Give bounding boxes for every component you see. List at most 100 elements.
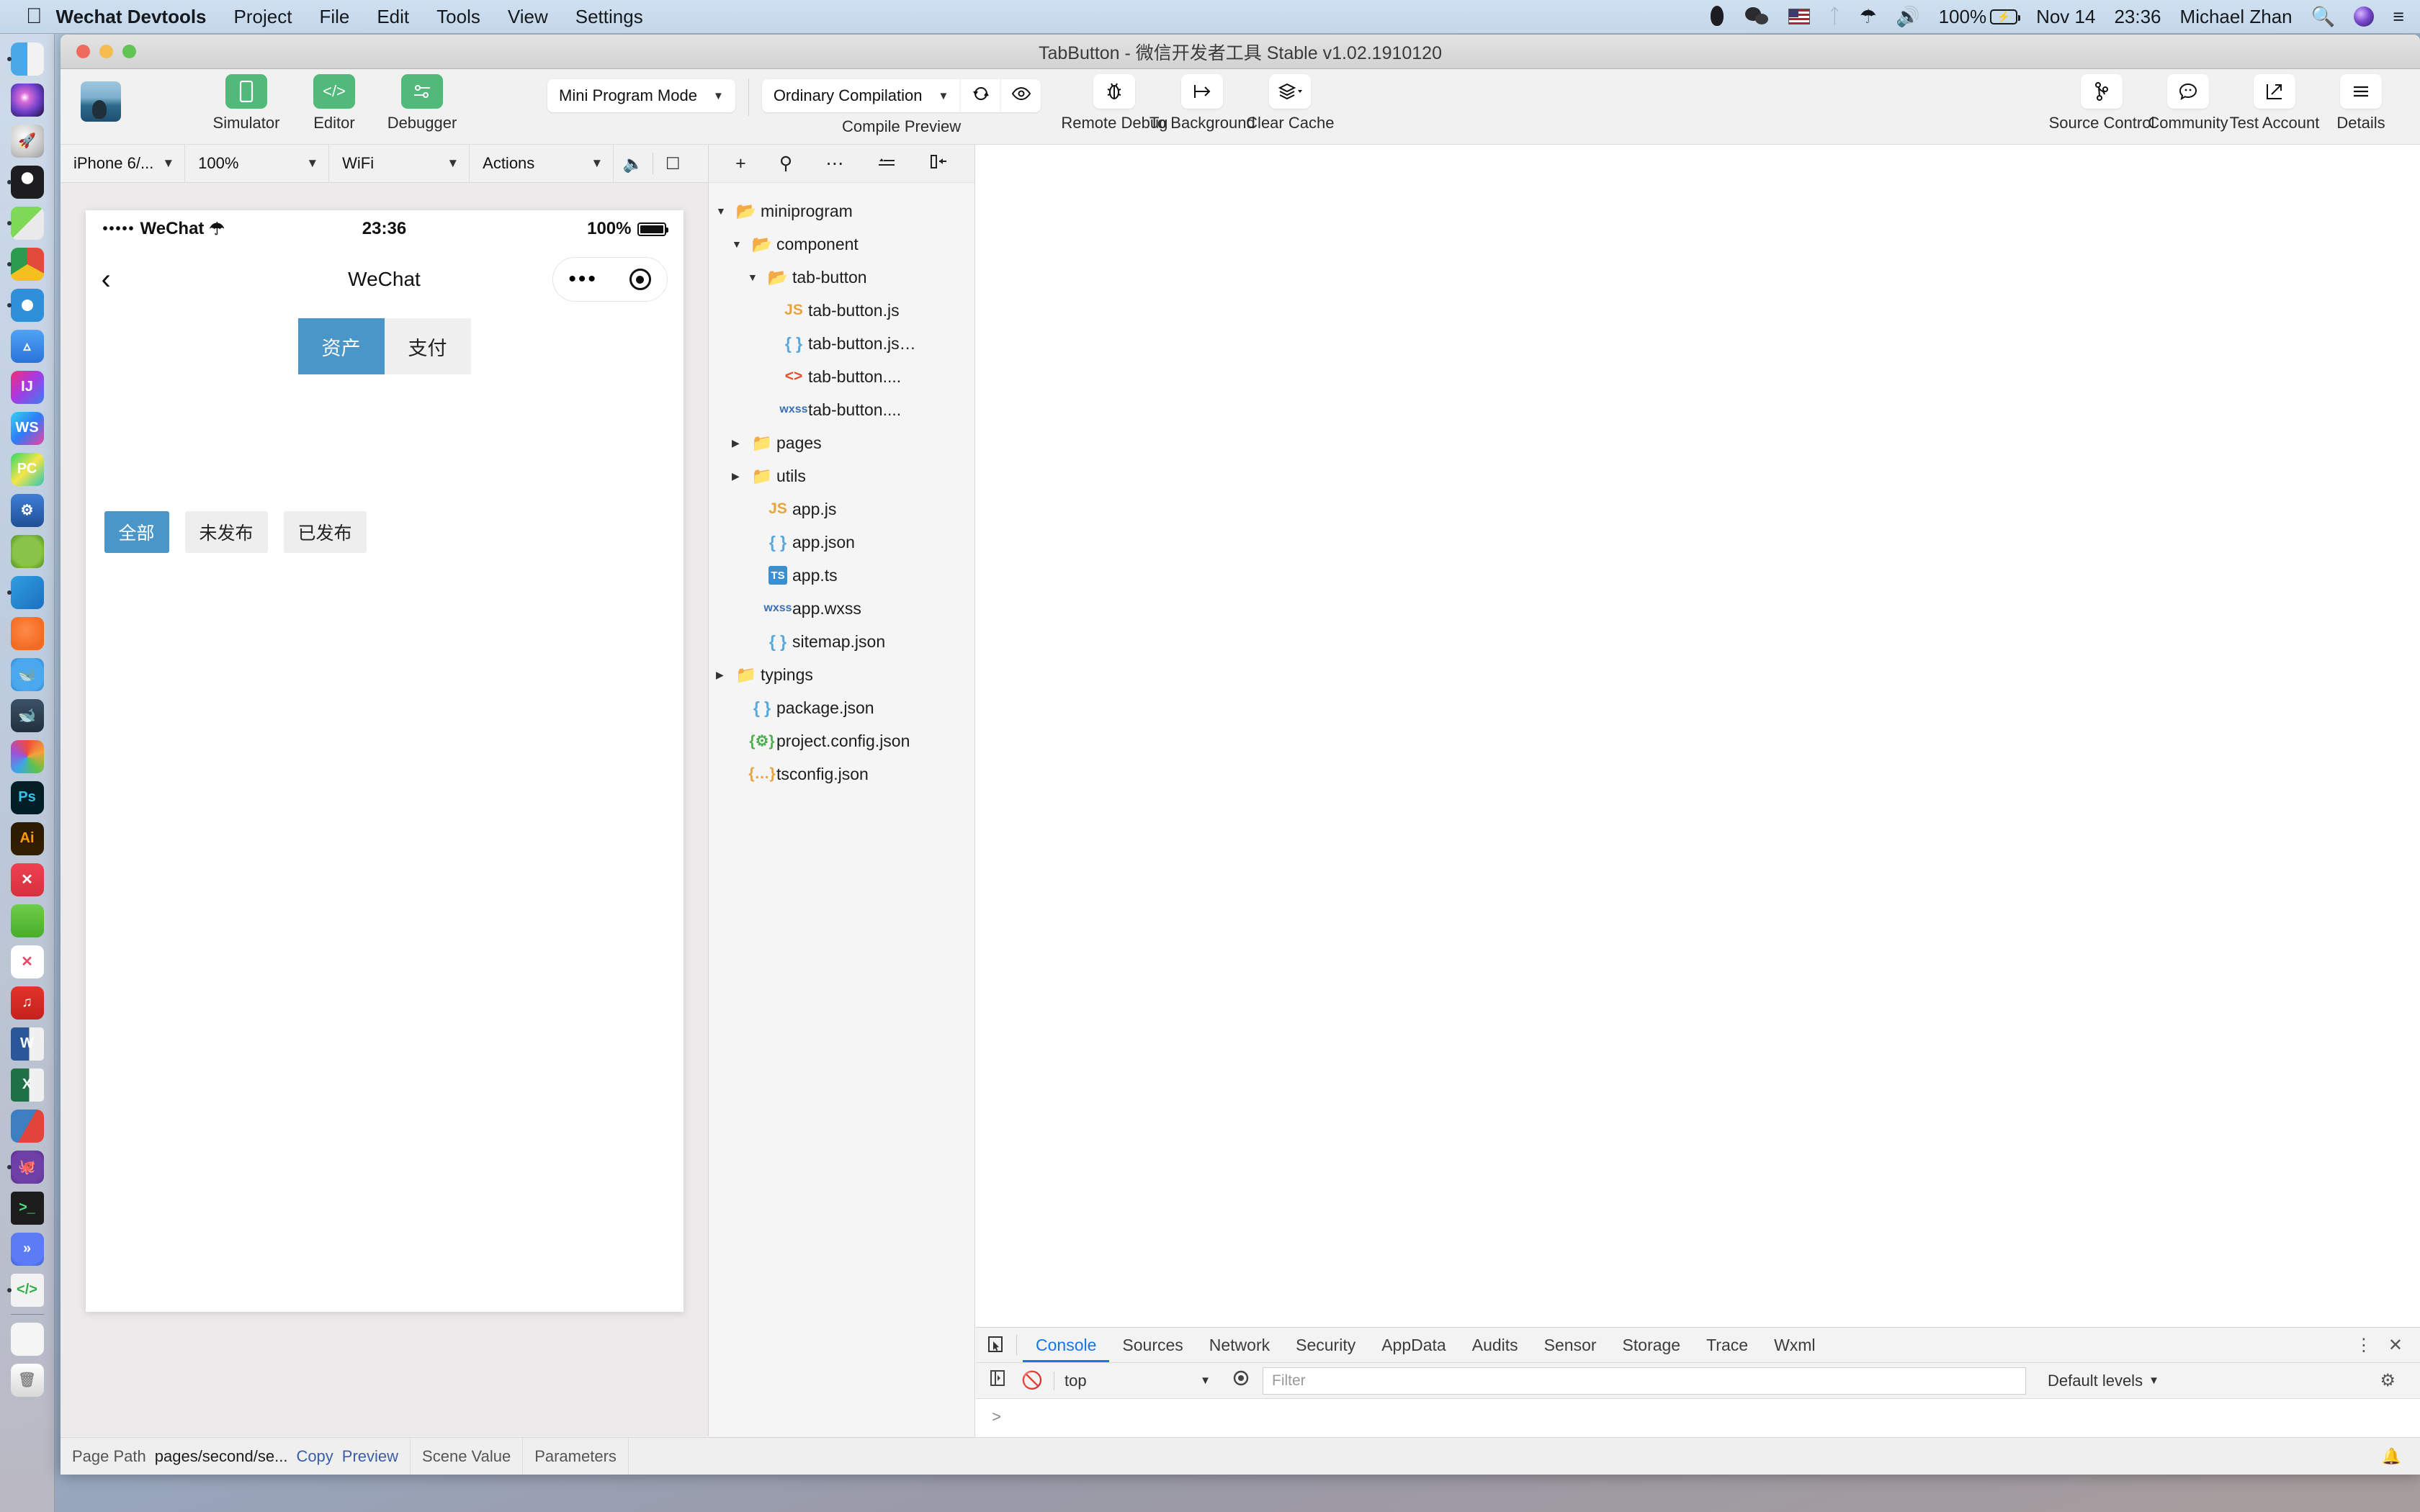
details-button[interactable]: Details [2328, 74, 2394, 132]
tab-assets[interactable]: 资产 [297, 318, 385, 374]
tree-file-tab-button....[interactable]: ▶<>tab-button.... [709, 360, 974, 393]
dock-item-webstorm[interactable]: WS [6, 408, 49, 449]
dock-item-intellij-idea[interactable]: IJ [6, 366, 49, 408]
apple-logo-icon[interactable]:  [26, 6, 42, 27]
sort-icon[interactable] [877, 153, 896, 174]
dock-item-android-studio[interactable] [6, 531, 49, 572]
dock-item-github-desktop[interactable]: 🐙 [6, 1146, 49, 1187]
dock-item-netease-music[interactable]: ♫ [6, 982, 49, 1023]
dock-item-graph-app[interactable] [6, 900, 49, 941]
menu-item-settings[interactable]: Settings [562, 6, 657, 28]
devtools-tab-sensor[interactable]: Sensor [1531, 1328, 1610, 1362]
phone-simulator[interactable]: ••••• WeChat ☂ 23:36 100% ‹ WeChat ••• 资… [85, 210, 684, 1312]
notification-center-icon[interactable]: ≡ [2393, 6, 2404, 28]
volume-icon[interactable]: 🔊 [1896, 5, 1920, 28]
menu-item-project[interactable]: Project [220, 6, 306, 28]
community-button[interactable]: Community [2148, 74, 2228, 132]
page-path-value[interactable]: pages/second/se... [155, 1447, 288, 1466]
console-eye-icon[interactable] [1228, 1369, 1254, 1392]
simulator-button[interactable]: Simulator [213, 74, 279, 132]
dock-item-navicat[interactable] [6, 736, 49, 777]
devtools-tab-security[interactable]: Security [1283, 1328, 1368, 1362]
dock-item-excel[interactable]: X [6, 1064, 49, 1105]
devtools-tab-wxml[interactable]: Wxml [1761, 1328, 1828, 1362]
scene-value-cell[interactable]: Scene Value [411, 1438, 524, 1475]
bluetooth-icon[interactable]: ᛏ [1829, 5, 1841, 28]
devtools-tab-storage[interactable]: Storage [1610, 1328, 1694, 1362]
tree-file-app.json[interactable]: ▶{ }app.json [709, 526, 974, 559]
tree-folder-typings[interactable]: ▶ 📁 typings [709, 658, 974, 691]
console-sidebar-icon[interactable] [985, 1369, 1010, 1392]
devtools-tab-audits[interactable]: Audits [1459, 1328, 1531, 1362]
devtools-close-icon[interactable]: ✕ [2388, 1335, 2403, 1356]
chip-published[interactable]: 已发布 [283, 511, 367, 553]
clear-cache-button[interactable]: Clear Cache [1246, 74, 1334, 132]
tree-file-tab-button.js[interactable]: ▶JStab-button.js [709, 294, 974, 327]
remote-debug-button[interactable]: Remote Debug [1061, 74, 1168, 132]
menu-item-wechat-devtools[interactable]: Wechat Devtools [42, 6, 220, 28]
parameters-cell[interactable]: Parameters [523, 1438, 629, 1475]
zoom-select[interactable]: 100% ▼ [185, 145, 330, 182]
devtools-tab-network[interactable]: Network [1196, 1328, 1283, 1362]
dock-item-safari[interactable] [6, 284, 49, 325]
dock-item-vscode[interactable] [6, 572, 49, 613]
collapse-icon[interactable] [929, 153, 948, 174]
dock-item-siri[interactable] [6, 79, 49, 120]
clear-console-icon[interactable]: 🚫 [1019, 1370, 1045, 1391]
inspect-element-icon[interactable] [976, 1336, 1016, 1354]
chip-unpublished[interactable]: 未发布 [184, 511, 268, 553]
console-context-select[interactable]: top ▼ [1054, 1371, 1219, 1390]
menu-item-view[interactable]: View [494, 6, 562, 28]
tree-folder-component[interactable]: ▼ 📂 component [709, 228, 974, 261]
qq-menu-icon[interactable] [1708, 6, 1726, 27]
dock-item-xcode[interactable]: ⚙ [6, 490, 49, 531]
editor-button[interactable]: </> Editor [301, 74, 367, 132]
compilation-mode-select[interactable]: Ordinary Compilation ▼ [761, 79, 961, 112]
dock-item-word[interactable]: W [6, 1023, 49, 1064]
spotlight-search-icon[interactable]: 🔍 [2311, 5, 2336, 28]
search-icon[interactable]: ⚲ [779, 153, 792, 174]
menu-item-tools[interactable]: Tools [423, 6, 494, 28]
battery-status[interactable]: 100% ⚡ [1939, 6, 2021, 28]
dock-item-remote-desktop[interactable]: » [6, 1228, 49, 1269]
menu-item-file[interactable]: File [305, 6, 363, 28]
dock-item-chrome[interactable] [6, 243, 49, 284]
notification-bell-icon[interactable]: 🔔 [2382, 1447, 2401, 1466]
dock-item-zip-file[interactable] [6, 1318, 49, 1359]
tab-payment[interactable]: 支付 [384, 318, 471, 374]
menu-bar-username[interactable]: Michael Zhan [2180, 6, 2293, 28]
tree-folder-utils[interactable]: ▶ 📁 utils [709, 459, 974, 492]
dock-item-xmind[interactable]: ✕ [6, 859, 49, 900]
source-control-button[interactable]: Source Control [2049, 74, 2154, 132]
menu-item-edit[interactable]: Edit [363, 6, 423, 28]
chevron-right-icon[interactable]: ▶ [732, 437, 748, 449]
dock-item-qq[interactable] [6, 161, 49, 202]
console-filter-input[interactable] [1263, 1367, 2026, 1395]
input-source-flag-icon[interactable] [1788, 9, 1810, 24]
more-icon[interactable]: ⋯ [825, 153, 843, 174]
chevron-down-icon[interactable]: ▼ [748, 271, 763, 283]
chevron-right-icon[interactable]: ▶ [716, 669, 732, 681]
tree-file-app.wxss[interactable]: ▶wxssapp.wxss [709, 592, 974, 625]
tree-folder-tab-button[interactable]: ▼ 📂 tab-button [709, 261, 974, 294]
capsule-buttons[interactable]: ••• [552, 257, 668, 302]
tree-file-tsconfig.json[interactable]: ▶{…}tsconfig.json [709, 757, 974, 791]
dock-item-teamviewer[interactable] [6, 1105, 49, 1146]
siri-icon[interactable] [2354, 6, 2375, 27]
copy-button[interactable]: Copy [296, 1447, 333, 1466]
devtools-tab-trace[interactable]: Trace [1693, 1328, 1761, 1362]
device-select[interactable]: iPhone 6/... ▼ [60, 145, 186, 182]
dock-item-docker[interactable]: 🐋 [6, 654, 49, 695]
test-account-button[interactable]: Test Account [2230, 74, 2319, 132]
tree-folder-miniprogram[interactable]: ▼ 📂 miniprogram [709, 194, 974, 228]
tree-file-app.ts[interactable]: ▶TSapp.ts [709, 559, 974, 592]
devtools-tab-console[interactable]: Console [1023, 1328, 1109, 1362]
separate-window-icon[interactable]: ☐ [653, 145, 692, 182]
tree-folder-pages[interactable]: ▶ 📁 pages [709, 426, 974, 459]
mute-icon[interactable]: 🔈 [614, 145, 653, 182]
plus-icon[interactable]: + [735, 153, 746, 174]
chevron-right-icon[interactable]: ▶ [732, 470, 748, 482]
dock-item-trash[interactable]: 🗑 [6, 1359, 49, 1400]
wifi-icon[interactable]: ☂ [1860, 6, 1877, 28]
dock-item-postman[interactable] [6, 613, 49, 654]
